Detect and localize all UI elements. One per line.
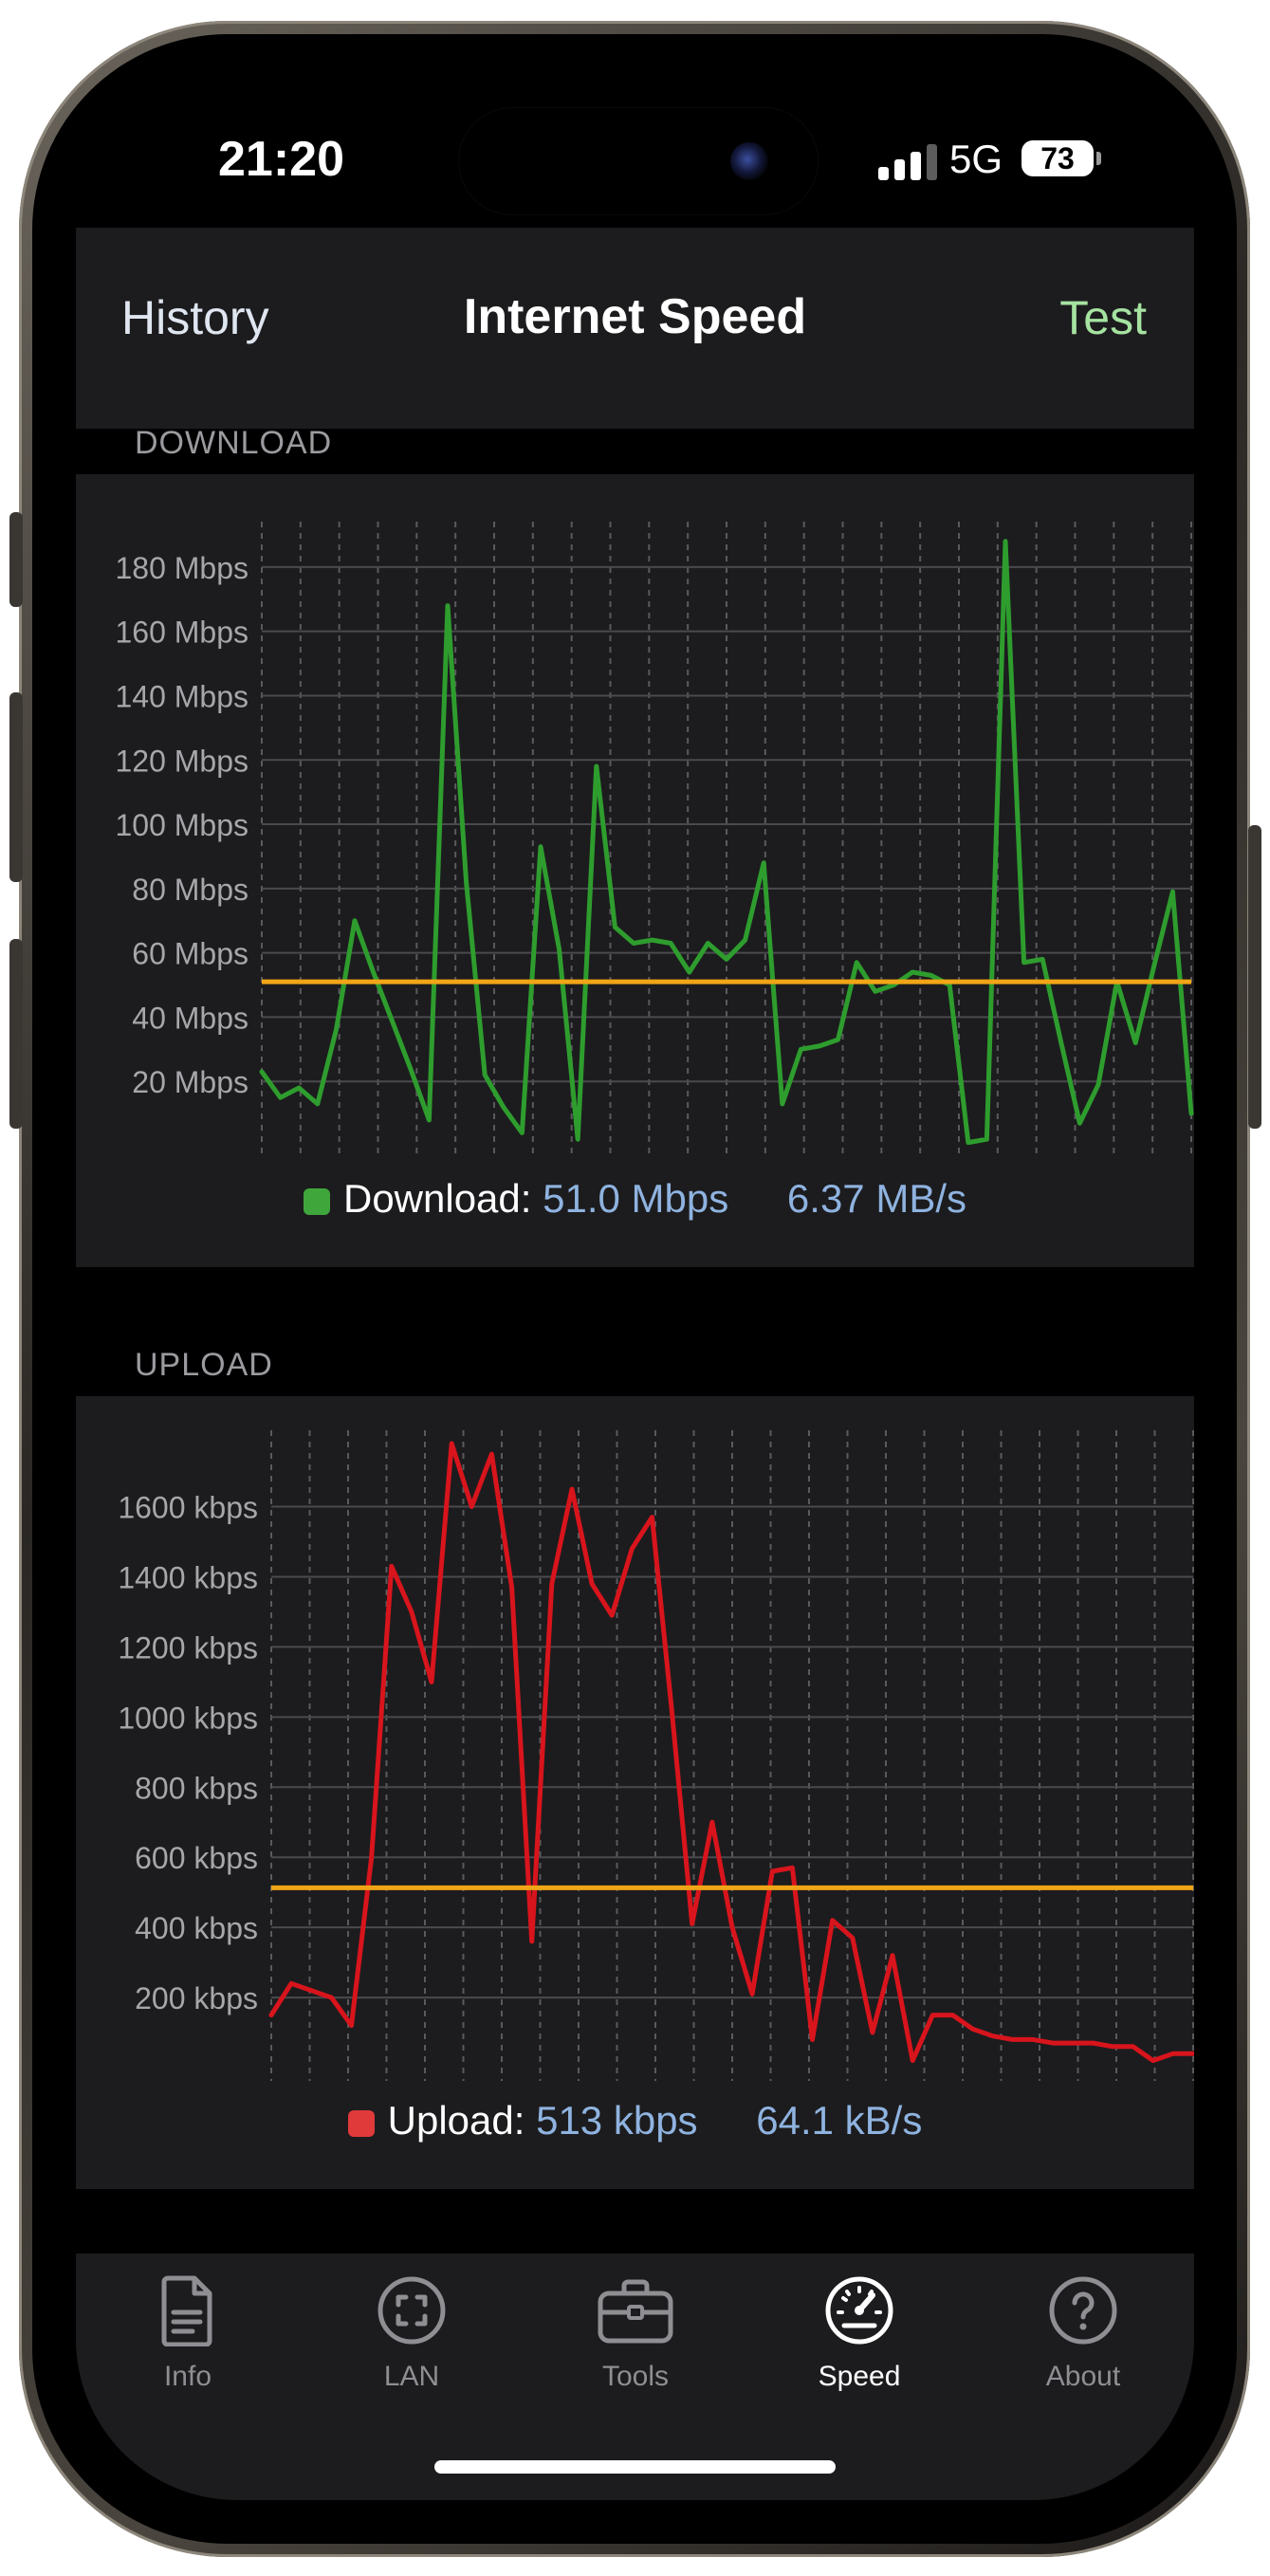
upload-legend-label: Upload: [387,2098,525,2143]
download-ytick-label: 20 Mbps [132,1065,248,1099]
dynamic-island [459,108,818,214]
download-ytick-label: 60 Mbps [132,937,248,971]
tab-speed[interactable]: Speed [783,2274,935,2393]
upload-ytick-label: 1000 kbps [118,1701,258,1735]
download-ytick-label: 40 Mbps [132,1001,248,1035]
download-section-label: DOWNLOAD [135,425,333,461]
tab-lan[interactable]: LAN [336,2274,488,2393]
tab-lan-label: LAN [383,2361,440,2392]
upload-section-label: UPLOAD [135,1347,273,1383]
download-ytick-label: 180 Mbps [115,551,248,585]
download-ytick-label: 100 Mbps [115,808,248,842]
network-type: 5G [949,137,1003,181]
status-bar: 21:20 5G 73 [76,76,1194,228]
battery-icon: 73 [1022,140,1101,176]
upload-ytick-label: 1600 kbps [118,1491,258,1525]
upload-ytick-label: 200 kbps [135,1981,258,2015]
download-ytick-label: 120 Mbps [115,744,248,778]
upload-rate: 64.1 kB/s [756,2098,923,2143]
screen: 21:20 5G 73 History Internet Speed Test … [76,76,1194,2500]
download-swatch [303,1188,330,1215]
power-button [1248,825,1261,1129]
upload-ytick-label: 600 kbps [135,1841,258,1875]
camera-icon [730,142,768,180]
download-chart: 20 Mbps 40 Mbps 60 Mbps 80 Mbps 100 Mbps 120 … [115,522,1194,1159]
tab-tools-label: Tools [601,2361,670,2392]
cellular-signal-icon [878,142,937,180]
document-icon [161,2275,212,2347]
help-icon [1049,2276,1117,2345]
page-title: Internet Speed [463,289,807,344]
status-time: 21:20 [218,132,344,187]
tab-tools[interactable]: Tools [560,2274,711,2393]
lan-scan-icon [377,2276,446,2345]
home-indicator[interactable] [434,2460,836,2474]
tab-about[interactable]: About [1007,2274,1159,2393]
download-speed: 51.0 Mbps [543,1176,729,1221]
toolbox-icon [598,2279,673,2344]
tab-about-label: About [1045,2361,1121,2392]
upload-ytick-label: 800 kbps [135,1771,258,1805]
upload-speed: 513 kbps [536,2098,698,2143]
upload-ytick-label: 400 kbps [135,1911,258,1945]
download-card: 20 Mbps 40 Mbps 60 Mbps 80 Mbps 100 Mbps 120 … [76,474,1194,1267]
download-legend-label: Download: [342,1176,532,1221]
upload-legend: Upload: 513 kbps 64.1 kB/s [76,2098,1194,2144]
download-ytick-label: 80 Mbps [132,873,248,907]
tab-info[interactable]: Info [112,2274,264,2393]
tab-info-label: Info [163,2361,212,2392]
download-ytick-label: 140 Mbps [115,679,248,713]
upload-swatch [347,2110,375,2137]
download-rate: 6.37 MB/s [786,1176,967,1221]
tab-speed-label: Speed [818,2361,901,2392]
navigation-bar: History Internet Speed Test [76,228,1194,429]
download-legend: Download: 51.0 Mbps 6.37 MB/s [76,1176,1194,1222]
download-ytick-label: 160 Mbps [115,616,248,650]
upload-ytick-label: 1400 kbps [118,1560,258,1594]
volume-up-button [9,692,23,882]
action-button [9,512,23,607]
upload-ytick-label: 1200 kbps [118,1630,258,1665]
upload-card: 200 kbps 400 kbps 600 kbps 800 kbps 1000 kbp… [76,1396,1194,2189]
volume-down-button [9,939,23,1129]
test-button[interactable]: Test [1059,290,1147,345]
upload-chart: 200 kbps 400 kbps 600 kbps 800 kbps 1000 kbp… [118,1430,1194,2081]
speedometer-icon [825,2276,893,2345]
